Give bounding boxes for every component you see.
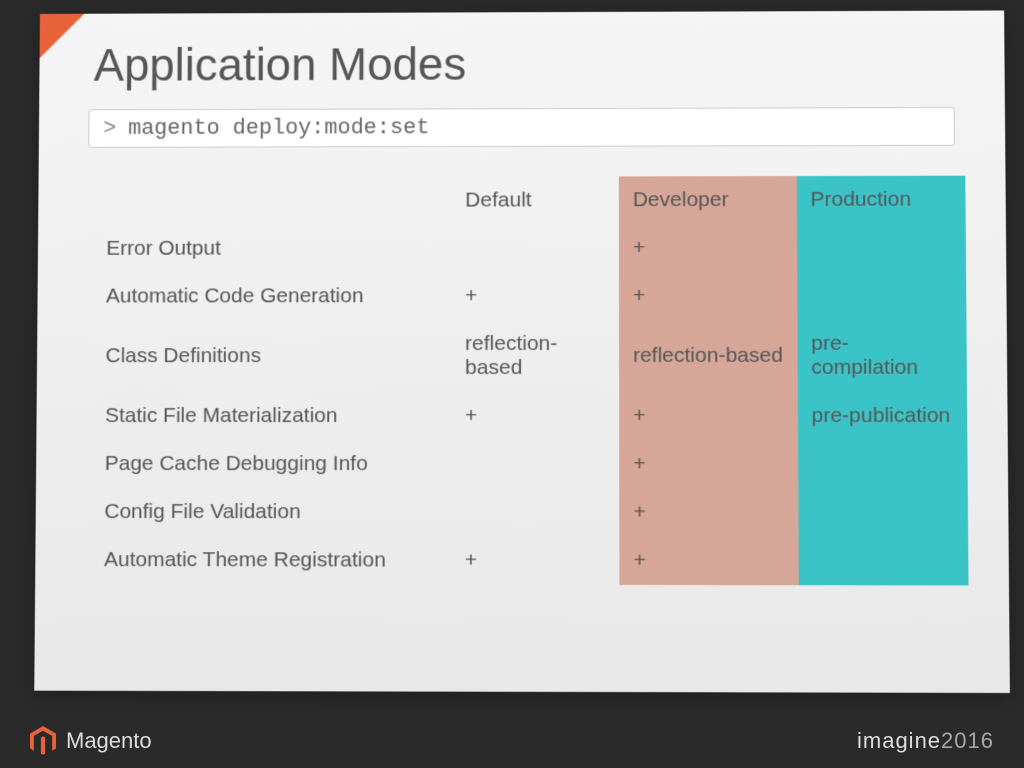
cell-default bbox=[451, 224, 619, 272]
header-production: Production bbox=[796, 176, 965, 224]
cell-default: + bbox=[451, 392, 619, 440]
row-label: Automatic Theme Registration bbox=[90, 536, 451, 585]
prompt-icon: > bbox=[103, 116, 116, 141]
row-label: Page Cache Debugging Info bbox=[91, 440, 451, 488]
cell-production bbox=[797, 272, 967, 320]
table-row: Config File Validation + bbox=[90, 488, 968, 537]
table-row: Automatic Theme Registration + + bbox=[90, 536, 969, 585]
event-label: imagine bbox=[857, 728, 941, 753]
slide-title: Application Modes bbox=[39, 10, 1005, 101]
row-label: Static File Materialization bbox=[91, 392, 451, 440]
cell-developer: reflection-based bbox=[619, 320, 797, 392]
row-label: Error Output bbox=[92, 224, 451, 272]
cell-default: + bbox=[451, 272, 619, 320]
brand-name: Magento bbox=[66, 728, 152, 754]
modes-table-wrap: Default Developer Production Error Outpu… bbox=[90, 176, 969, 586]
row-label: Automatic Code Generation bbox=[92, 272, 451, 320]
header-blank bbox=[93, 177, 452, 225]
event-name: imagine2016 bbox=[857, 728, 994, 754]
cell-developer: + bbox=[619, 488, 798, 536]
table-row: Automatic Code Generation + + bbox=[92, 272, 967, 321]
cell-default: + bbox=[451, 536, 620, 585]
cell-developer: + bbox=[619, 224, 797, 272]
event-year: 2016 bbox=[941, 728, 994, 753]
cell-default: reflection-based bbox=[451, 320, 619, 392]
cell-production bbox=[798, 488, 968, 537]
header-developer: Developer bbox=[619, 176, 797, 224]
footer: Magento imagine2016 bbox=[0, 726, 1024, 756]
cell-developer: + bbox=[619, 272, 797, 320]
cell-developer: + bbox=[619, 440, 798, 488]
cell-production bbox=[797, 224, 967, 272]
cell-default bbox=[451, 440, 619, 488]
modes-table: Default Developer Production Error Outpu… bbox=[90, 176, 969, 586]
table-row: Error Output + bbox=[92, 224, 966, 273]
command-text: magento deploy:mode:set bbox=[128, 115, 429, 141]
cell-default bbox=[451, 488, 619, 536]
row-label: Class Definitions bbox=[91, 320, 451, 392]
row-label: Config File Validation bbox=[90, 488, 451, 536]
brand-logo: Magento bbox=[30, 726, 152, 756]
cell-production bbox=[798, 537, 968, 586]
table-row: Class Definitions reflection-based refle… bbox=[91, 320, 967, 392]
header-default: Default bbox=[451, 176, 618, 224]
command-bar: > magento deploy:mode:set bbox=[88, 107, 955, 148]
table-header-row: Default Developer Production bbox=[93, 176, 966, 225]
table-row: Static File Materialization + + pre-publ… bbox=[91, 392, 967, 440]
cell-production: pre-compilation bbox=[797, 320, 967, 392]
table-row: Page Cache Debugging Info + bbox=[91, 440, 968, 489]
corner-accent bbox=[40, 14, 85, 58]
cell-developer: + bbox=[619, 537, 798, 586]
cell-production bbox=[798, 440, 968, 488]
cell-developer: + bbox=[619, 392, 797, 440]
slide: Application Modes > magento deploy:mode:… bbox=[34, 10, 1010, 692]
cell-production: pre-publication bbox=[797, 392, 967, 440]
magento-icon bbox=[30, 726, 56, 756]
